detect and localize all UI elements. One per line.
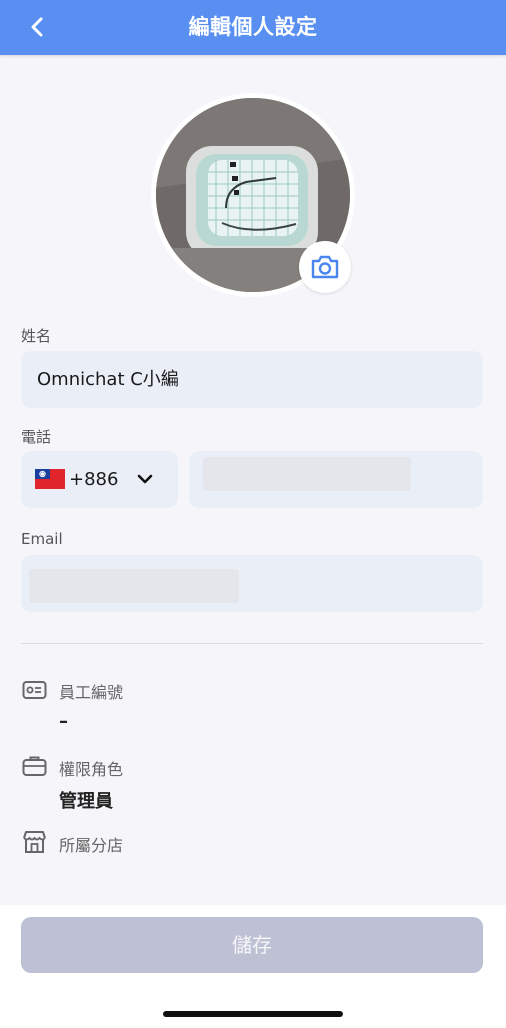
redacted-email [29,569,239,603]
name-input[interactable]: Omnichat C小編 [21,351,483,408]
avatar-section [151,93,355,297]
chevron-left-icon [31,17,43,37]
bottom-bar: 儲存 [0,905,506,1028]
country-code-value: +886 [69,469,119,490]
employee-id-label: 員工編號 [59,683,124,702]
phone-input[interactable] [189,451,483,508]
employee-id-value: – [59,711,68,732]
briefcase-icon [22,753,47,778]
role-label: 權限角色 [59,760,124,779]
taiwan-flag-icon [35,469,65,489]
app-header: 編輯個人設定 [0,0,506,55]
change-photo-button[interactable] [299,241,351,293]
store-icon [22,829,47,854]
chevron-down-icon [137,474,153,484]
back-button[interactable] [22,12,52,42]
name-label: 姓名 [21,327,52,345]
phone-label: 電話 [21,428,52,446]
store-label: 所屬分店 [59,836,124,855]
home-indicator [163,1011,343,1017]
email-input[interactable] [21,555,483,612]
country-code-select[interactable]: +886 [21,451,178,508]
save-button[interactable]: 儲存 [21,917,483,973]
page-title: 編輯個人設定 [188,15,318,39]
email-label: Email [21,530,63,548]
role-value: 管理員 [59,791,113,812]
redacted-phone [203,457,411,491]
camera-icon [311,255,339,279]
divider [21,643,483,644]
id-card-icon [22,677,47,702]
name-value: Omnichat C小編 [37,369,179,390]
